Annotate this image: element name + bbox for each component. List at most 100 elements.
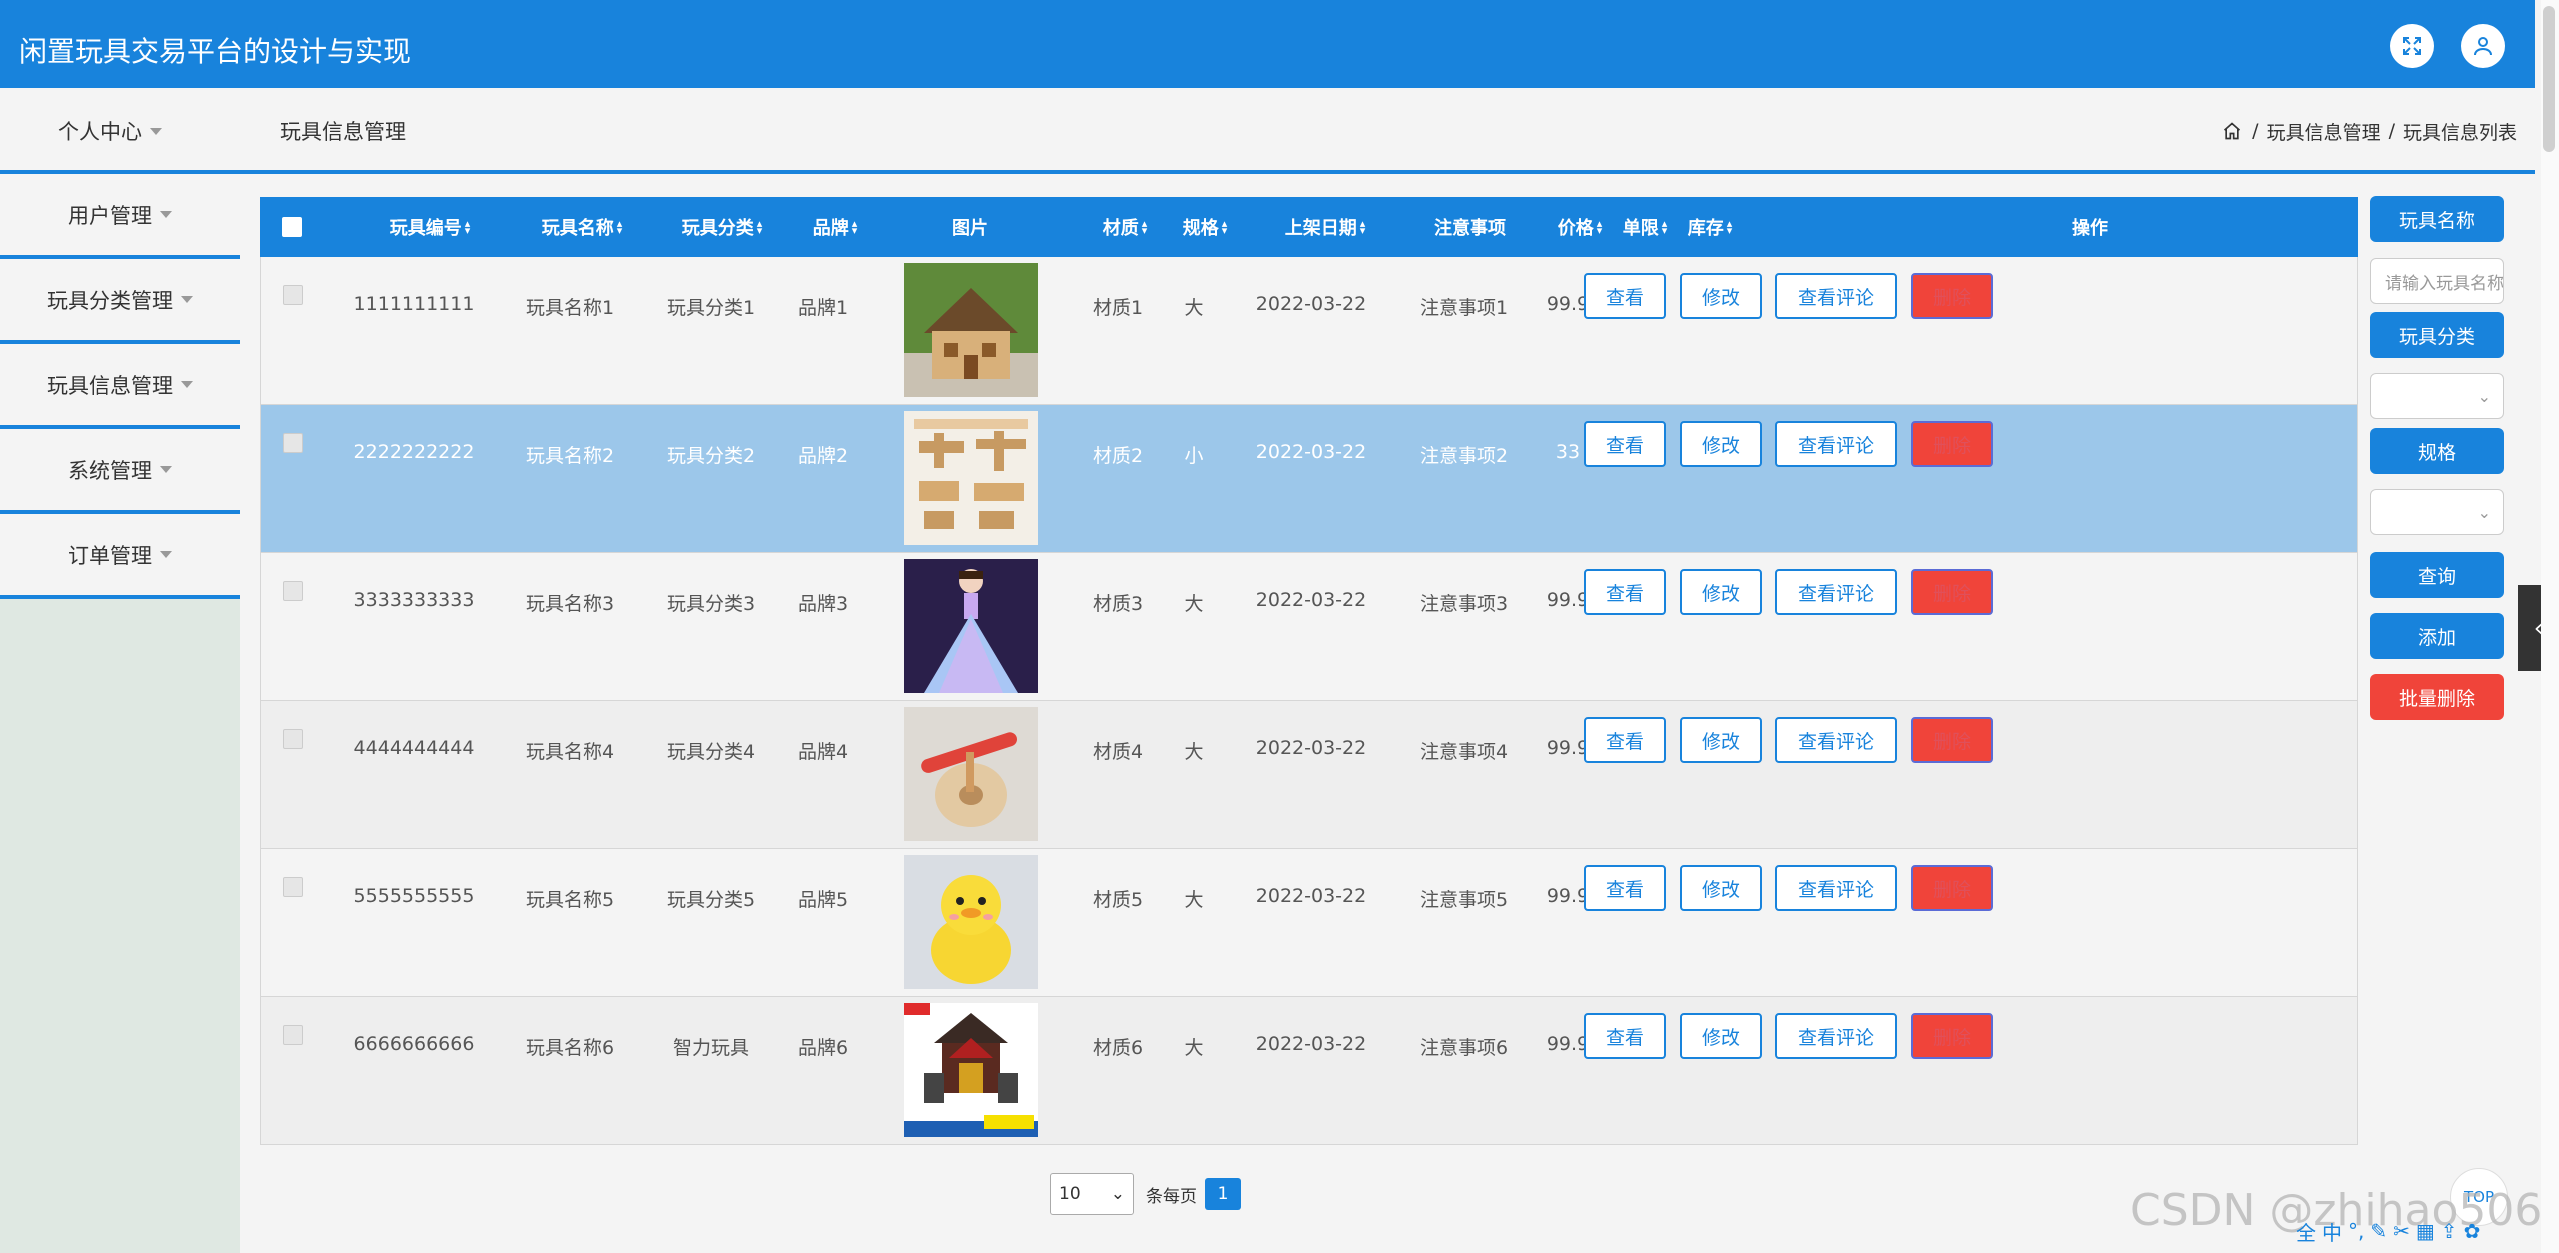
cell-material: 材质2 [1092, 445, 1144, 467]
edit-button[interactable]: 修改 [1680, 865, 1762, 911]
view-comments-button[interactable]: 查看评论 [1775, 421, 1897, 467]
cell-brand: 品牌6 [797, 1037, 849, 1059]
view-comments-button[interactable]: 查看评论 [1775, 569, 1897, 615]
sort-icon: ▴ ▾ [616, 217, 623, 237]
view-button[interactable]: 查看 [1584, 273, 1666, 319]
delete-button[interactable]: 删除 [1911, 421, 1993, 467]
view-comments-button[interactable]: 查看评论 [1775, 865, 1897, 911]
breadcrumb-item[interactable]: 玩具信息管理 [2267, 118, 2381, 145]
view-comments-button[interactable]: 查看评论 [1775, 1013, 1897, 1059]
column-header-price[interactable]: 价格 ▴ ▾ [1540, 197, 1620, 257]
cell-code: 5555555555 [353, 885, 475, 907]
ime-toolbar-item[interactable]: ✎ [2370, 1219, 2387, 1243]
toy-image-wooden-plane-kit[interactable] [904, 411, 1038, 545]
name-search-input[interactable]: 请输入玩具名称 [2370, 258, 2504, 304]
table-row[interactable]: 3333333333 玩具名称3 玩具分类3 品牌3 材质3 大 2022-03-22 注意事… [260, 553, 2358, 701]
row-checkbox[interactable] [283, 285, 303, 305]
row-checkbox[interactable] [283, 877, 303, 897]
home-icon[interactable] [2222, 121, 2242, 141]
fullscreen-icon[interactable] [2390, 24, 2434, 68]
row-checkbox[interactable] [283, 729, 303, 749]
sort-icon: ▴ ▾ [1726, 217, 1733, 237]
edit-button[interactable]: 修改 [1680, 717, 1762, 763]
cell-notes: 注意事项5 [1419, 889, 1509, 911]
table-row[interactable]: 1111111111 玩具名称1 玩具分类1 品牌1 材质1 大 2022-03-22 注意事… [260, 257, 2358, 405]
toy-image-yellow-duck-plush[interactable] [904, 855, 1038, 989]
current-menu-title: 玩具信息管理 [280, 120, 406, 144]
ime-toolbar-item[interactable]: 全 [2296, 1217, 2316, 1246]
view-comments-button[interactable]: 查看评论 [1775, 273, 1897, 319]
scrollbar-thumb[interactable] [2543, 6, 2555, 152]
ime-toolbar-item[interactable]: ⇪ [2441, 1219, 2458, 1243]
category-filter-button[interactable]: 玩具分类 [2370, 312, 2504, 358]
column-header-stock[interactable]: 库存 ▴ ▾ [1670, 197, 1750, 257]
scrollbar[interactable] [2541, 0, 2559, 1253]
batch-delete-button[interactable]: 批量删除 [2370, 674, 2504, 720]
column-header-brand[interactable]: 品牌 ▴ ▾ [790, 197, 880, 257]
caret-down-icon [160, 211, 172, 218]
sidebar-item-label: 玩具分类管理 [47, 288, 173, 313]
sidebar-item-order-management[interactable]: 订单管理 [0, 514, 240, 599]
cell-spec: 大 [1184, 889, 1204, 911]
category-select[interactable]: ⌄ [2370, 373, 2504, 419]
cell-brand: 品牌3 [797, 593, 849, 615]
view-button[interactable]: 查看 [1584, 421, 1666, 467]
view-comments-button[interactable]: 查看评论 [1775, 717, 1897, 763]
delete-button[interactable]: 删除 [1911, 865, 1993, 911]
toy-image-building-block-set[interactable] [904, 1003, 1038, 1137]
delete-button[interactable]: 删除 [1911, 717, 1993, 763]
sidebar-item-system-management[interactable]: 系统管理 [0, 429, 240, 514]
query-button[interactable]: 查询 [2370, 552, 2504, 598]
cell-category: 智力玩具 [672, 1037, 750, 1059]
table-row[interactable]: 2222222222 玩具名称2 玩具分类2 品牌2 材质2 小 2022-03-22 注意事… [260, 405, 2358, 553]
ime-toolbar-item[interactable]: °, [2348, 1219, 2364, 1243]
view-button[interactable]: 查看 [1584, 865, 1666, 911]
toy-image-wooden-house[interactable] [904, 263, 1038, 397]
column-header-date[interactable]: 上架日期 ▴ ▾ [1260, 197, 1390, 257]
table-row[interactable]: 5555555555 玩具名称5 玩具分类5 品牌5 材质5 大 2022-03-22 注意事… [260, 849, 2358, 997]
ime-toolbar-item[interactable]: ✿ [2464, 1219, 2481, 1243]
edit-button[interactable]: 修改 [1680, 569, 1762, 615]
delete-button[interactable]: 删除 [1911, 273, 1993, 319]
select-all-checkbox[interactable] [282, 197, 302, 257]
row-checkbox[interactable] [283, 433, 303, 453]
row-checkbox[interactable] [283, 1025, 303, 1045]
edit-button[interactable]: 修改 [1680, 273, 1762, 319]
view-button[interactable]: 查看 [1584, 717, 1666, 763]
cell-category: 玩具分类5 [666, 889, 756, 911]
view-button[interactable]: 查看 [1584, 569, 1666, 615]
column-header-category[interactable]: 玩具分类 ▴ ▾ [662, 197, 782, 257]
page-size-select[interactable]: 10 ⌄ [1050, 1173, 1134, 1215]
column-header-code[interactable]: 玩具编号 ▴ ▾ [370, 197, 490, 257]
cell-date: 2022-03-22 [1255, 589, 1367, 611]
ime-toolbar-item[interactable]: 中 [2322, 1217, 2342, 1246]
nav-personal-center[interactable]: 个人中心 [0, 88, 220, 174]
user-avatar-icon[interactable] [2461, 24, 2505, 68]
ime-toolbar: 全中 °, ✎ ✂ ▦ ⇪ ✿ [2296, 1214, 2480, 1248]
toy-image-doll[interactable] [904, 559, 1038, 693]
add-button[interactable]: 添加 [2370, 613, 2504, 659]
column-header-material[interactable]: 材质 ▴ ▾ [1080, 197, 1170, 257]
spec-filter-button[interactable]: 规格 [2370, 428, 2504, 474]
edit-button[interactable]: 修改 [1680, 1013, 1762, 1059]
ime-toolbar-item[interactable]: ✂ [2393, 1219, 2410, 1243]
edit-button[interactable]: 修改 [1680, 421, 1762, 467]
delete-button[interactable]: 删除 [1911, 569, 1993, 615]
cell-spec: 大 [1184, 741, 1204, 763]
sidebar-item-toy-info-management[interactable]: 玩具信息管理 [0, 344, 240, 429]
column-header-spec[interactable]: 规格 ▴ ▾ [1165, 197, 1245, 257]
ime-toolbar-item[interactable]: ▦ [2416, 1219, 2435, 1243]
spec-select[interactable]: ⌄ [2370, 489, 2504, 535]
name-filter-button[interactable]: 玩具名称 [2370, 196, 2504, 242]
row-checkbox[interactable] [283, 581, 303, 601]
delete-button[interactable]: 删除 [1911, 1013, 1993, 1059]
column-header-name[interactable]: 玩具名称 ▴ ▾ [522, 197, 642, 257]
table-row[interactable]: 6666666666 玩具名称6 智力玩具 品牌6 材质6 大 2022-03-22 注意事项… [260, 997, 2358, 1145]
view-button[interactable]: 查看 [1584, 1013, 1666, 1059]
table-row[interactable]: 4444444444 玩具名称4 玩具分类4 品牌4 材质4 大 2022-03-22 注意事… [260, 701, 2358, 849]
sidebar-item-category-management[interactable]: 玩具分类管理 [0, 259, 240, 344]
toy-image-wooden-propeller[interactable] [904, 707, 1038, 841]
page-number-button[interactable]: 1 [1205, 1178, 1241, 1210]
sidebar-item-user-management[interactable]: 用户管理 [0, 174, 240, 259]
cell-price: 99.9 [1546, 293, 1590, 315]
